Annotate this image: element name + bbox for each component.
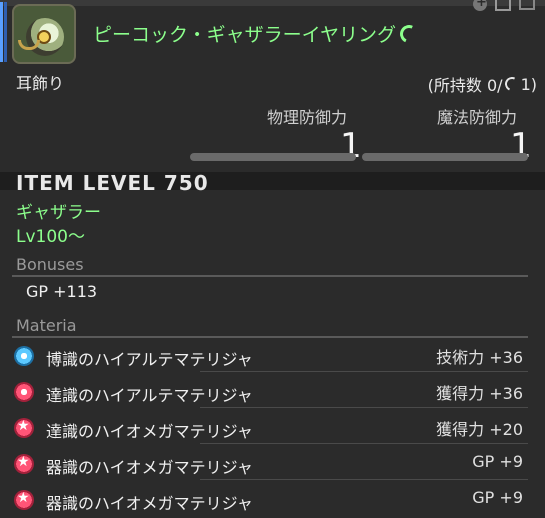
earring-item-icon [12,4,76,64]
materia-bonus: 技術力 +36 [436,348,523,367]
item-name-text: ピーコック・ギャザラーイヤリング [93,24,397,46]
materia-divider [12,336,528,338]
materia-bonus: 獲得力 +36 [436,384,523,403]
magic-defense-label: 魔法防御力 [437,108,518,127]
materia-bonus: GP +9 [472,452,523,471]
star-materia-icon [14,454,34,474]
item-level: ITEM LEVEL 750 [16,171,209,195]
hq-icon [502,75,521,93]
materia-row[interactable]: 器識のハイオメガマテリジャ GP +9 [0,486,545,516]
star-materia-icon [14,490,34,510]
hq-icon [397,21,421,46]
materia-name: 博識のハイアルテマテリジャ [46,350,253,369]
item-category: 耳飾り [16,74,65,93]
materia-name: 器識のハイオメガマテリジャ [46,494,253,513]
owned-count-suffix: 1) [520,74,537,94]
physical-defense-label: 物理防御力 [267,108,348,127]
materia-row[interactable]: 器識のハイオメガマテリジャ GP +9 [0,450,545,480]
tooltip-top-strip [0,0,545,6]
materia-bonus: GP +9 [472,488,523,507]
level-requirement: Lv100～ [16,227,85,247]
physical-defense-bar [190,153,356,161]
materia-row[interactable]: 達識のハイオメガマテリジャ 獲得力 +20 [0,414,545,444]
materia-bonus: 獲得力 +20 [436,420,523,439]
plus-icon[interactable] [473,0,487,11]
owned-count: (所持数 0/ 1) [428,72,537,96]
bonus-item: GP +113 [26,282,98,301]
star-materia-icon [14,418,34,438]
job-requirement: ギャザラー [16,203,101,223]
tooltip-actions [473,0,535,11]
materia-row[interactable]: 達識のハイアルテマテリジャ 獲得力 +36 [0,378,545,408]
cart-icon[interactable] [519,0,535,10]
bonuses-divider [12,275,528,277]
red-materia-icon [14,382,34,402]
item-name: ピーコック・ギャザラーイヤリング [93,20,421,47]
materia-name: 達識のハイオメガマテリジャ [46,422,253,441]
magic-defense-bar [362,153,528,161]
blue-materia-icon [14,346,34,366]
materia-row[interactable]: 博識のハイアルテマテリジャ 技術力 +36 [0,342,545,372]
materia-name: 器識のハイオメガマテリジャ [46,458,253,477]
owned-count-prefix: (所持数 0/ [427,76,503,95]
trash-icon[interactable] [495,0,511,11]
materia-name: 達識のハイアルテマテリジャ [46,386,253,405]
selection-indicator [0,2,7,62]
bonuses-heading: Bonuses [16,255,84,274]
materia-heading: Materia [16,316,77,335]
